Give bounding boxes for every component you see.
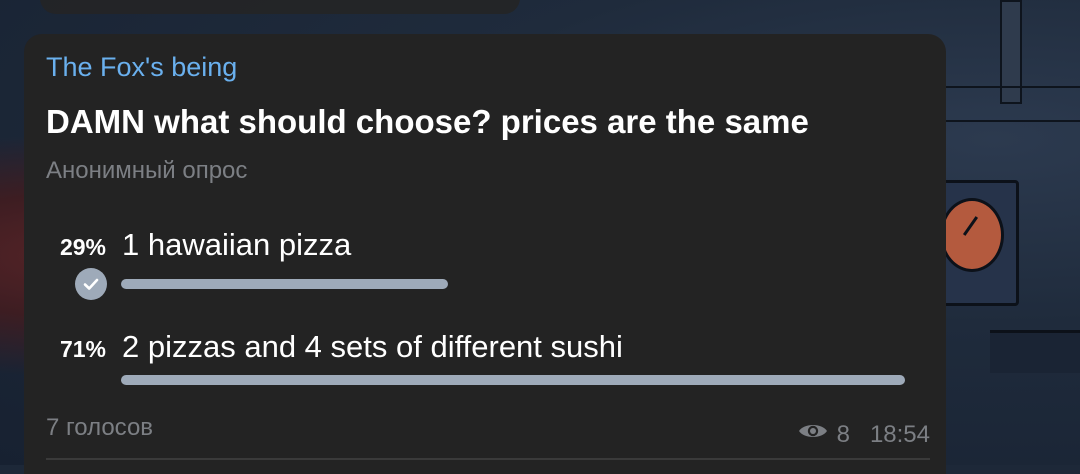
wallpaper-sill xyxy=(990,330,1080,373)
eye-icon xyxy=(797,420,829,449)
poll-option-percent: 29% xyxy=(59,234,106,260)
poll-message-bubble[interactable]: The Fox's being DAMN what should choose?… xyxy=(24,34,946,474)
poll-option-text: 2 pizzas and 4 sets of different sushi xyxy=(122,329,623,364)
wallpaper-wire xyxy=(930,86,1080,88)
poll-question: DAMN what should choose? prices are the … xyxy=(46,103,809,140)
wallpaper-pole xyxy=(1000,0,1022,104)
poll-option-text: 1 hawaiian pizza xyxy=(122,227,352,262)
previous-message-bubble xyxy=(40,0,520,14)
poll-votes-count[interactable]: 7 голосов xyxy=(46,414,153,442)
divider xyxy=(46,458,930,460)
view-count: 8 xyxy=(836,420,850,448)
check-circle-icon xyxy=(75,268,107,300)
poll-type-label: Анонимный опрос xyxy=(46,157,248,184)
poll-option[interactable]: 29% 1 hawaiian pizza xyxy=(24,227,946,334)
message-meta: 8 18:54 xyxy=(797,420,930,449)
wallpaper-clock xyxy=(940,198,1004,272)
message-time: 18:54 xyxy=(869,420,930,448)
message-author[interactable]: The Fox's being xyxy=(46,52,237,83)
poll-option-bar xyxy=(121,279,448,289)
wallpaper-wire xyxy=(930,120,1080,122)
poll-option-percent: 71% xyxy=(59,336,106,362)
poll-option-bar xyxy=(121,375,905,385)
